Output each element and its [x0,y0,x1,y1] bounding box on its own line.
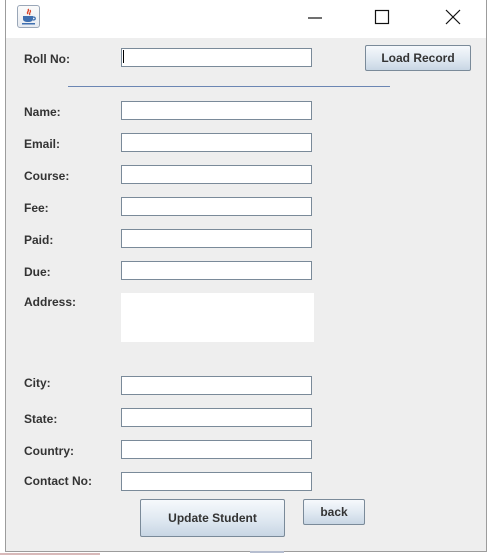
close-icon[interactable] [438,6,468,28]
fee-input[interactable] [121,197,312,216]
contact-no-label: Contact No: [24,474,92,488]
paid-label: Paid: [24,233,54,247]
roll-no-label: Roll No: [24,52,70,66]
city-input[interactable] [121,376,312,395]
fee-label: Fee: [24,201,49,215]
due-label: Due: [24,265,51,279]
name-input[interactable] [121,101,312,120]
email-input[interactable] [121,133,312,152]
back-button[interactable]: back [303,499,365,525]
city-label: City: [24,376,51,390]
load-record-button[interactable]: Load Record [365,45,471,71]
roll-no-wrapper [121,48,312,67]
title-bar [6,0,486,38]
minimize-icon[interactable] [300,6,330,28]
paid-input[interactable] [121,229,312,248]
background-fragment [250,551,284,553]
address-label: Address: [24,295,77,309]
separator [68,86,390,87]
roll-no-input[interactable] [121,48,312,67]
course-input[interactable] [121,165,312,184]
state-input[interactable] [121,408,312,427]
app-window: Roll No: Load Record Name: Email: Course… [5,0,487,552]
update-student-button[interactable]: Update Student [140,499,285,537]
course-label: Course: [24,169,70,183]
contact-no-input[interactable] [121,472,312,491]
country-input[interactable] [121,440,312,459]
state-label: State: [24,412,58,426]
maximize-icon[interactable] [367,6,397,28]
java-cup-icon[interactable] [17,5,40,28]
name-label: Name: [24,105,61,119]
address-textarea[interactable] [121,293,314,342]
country-label: Country: [24,444,74,458]
email-label: Email: [24,137,61,151]
due-input[interactable] [121,261,312,280]
text-caret [123,50,124,63]
